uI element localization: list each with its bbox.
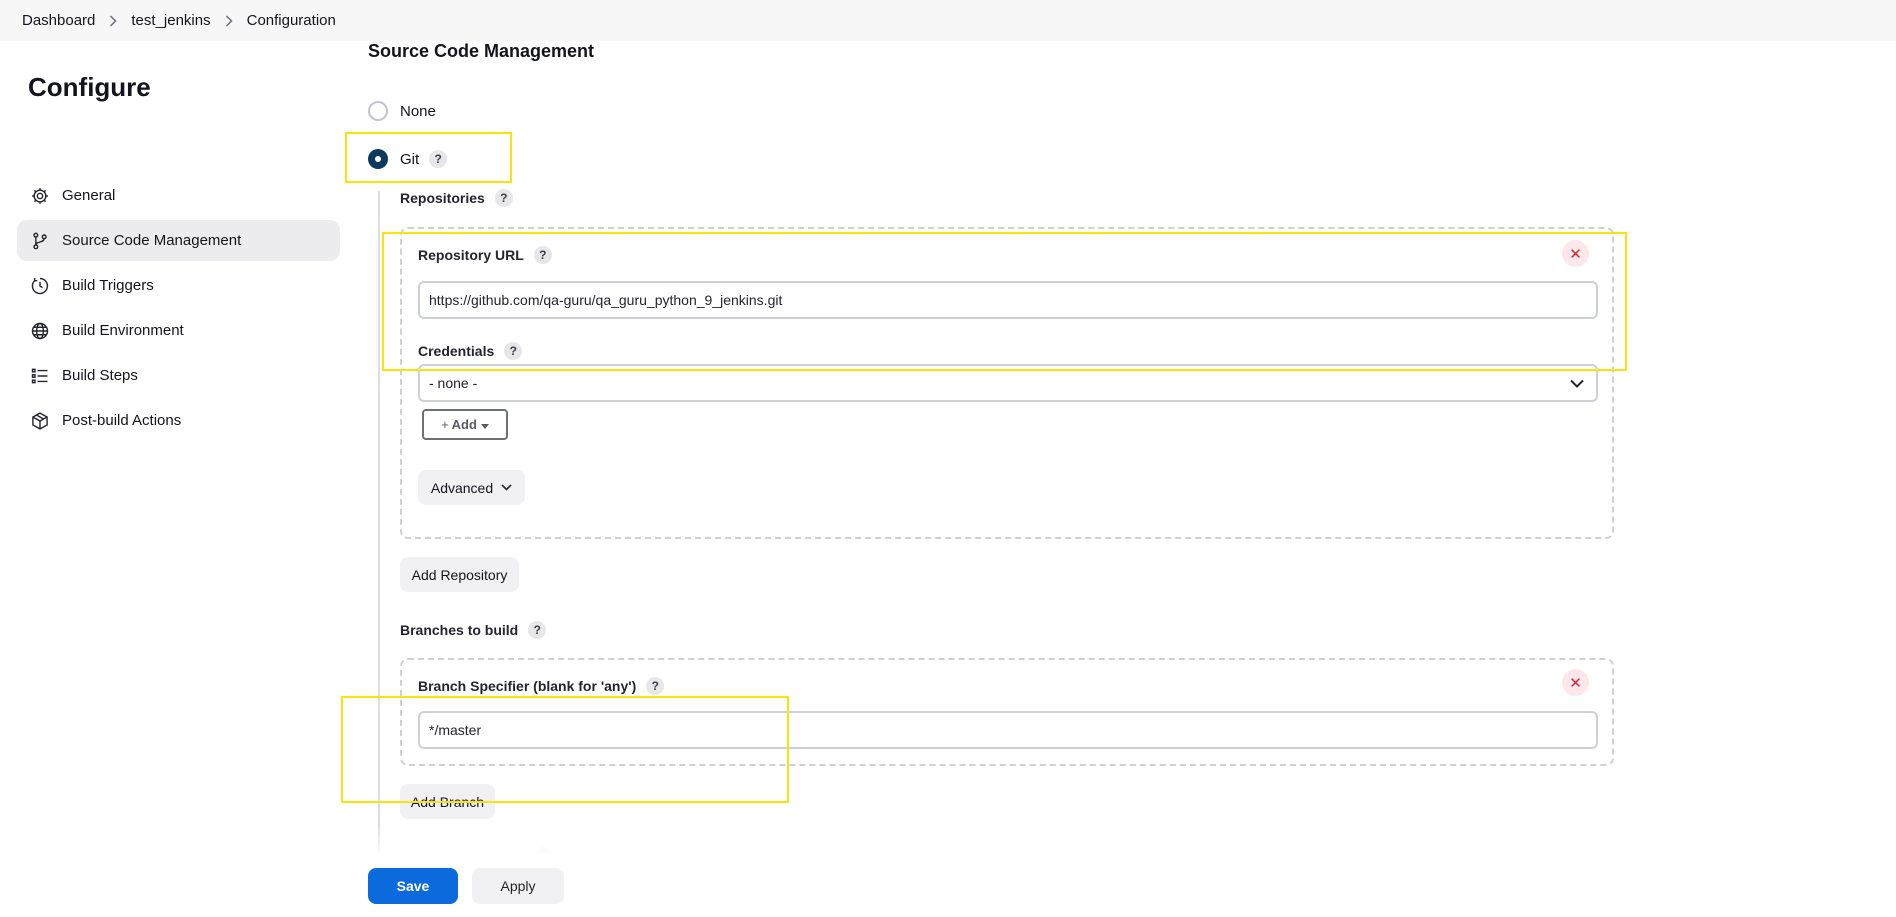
radio-button-checked[interactable] — [368, 149, 388, 169]
sidebar-item-label: Post-build Actions — [62, 412, 182, 429]
radio-label: None — [400, 102, 436, 120]
chevron-down-icon — [1570, 375, 1584, 391]
caret-down-icon — [480, 417, 489, 432]
sidebar-item-build-environment[interactable]: Build Environment — [17, 310, 340, 351]
add-repository-button[interactable]: Add Repository — [400, 557, 519, 592]
breadcrumb-configuration[interactable]: Configuration — [243, 12, 340, 29]
sidebar-item-label: Build Environment — [62, 322, 184, 339]
list-icon — [29, 365, 51, 387]
credentials-text: Credentials — [418, 343, 495, 359]
breadcrumb: Dashboard test_jenkins Configuration — [18, 12, 340, 29]
branch-panel: ✕ Branch Specifier (blank for 'any') ? *… — [400, 658, 1614, 766]
add-credentials-button[interactable]: + Add — [422, 409, 508, 440]
clock-icon — [29, 275, 51, 297]
remove-branch-button[interactable]: ✕ — [1562, 669, 1589, 696]
add-label: Add — [451, 417, 477, 432]
save-button[interactable]: Save — [368, 868, 458, 904]
help-icon[interactable]: ? — [528, 621, 547, 639]
help-icon[interactable]: ? — [646, 677, 665, 695]
branch-specifier-input[interactable]: */master — [418, 711, 1598, 749]
sidebar-nav: General Source Code Management Build Tri… — [17, 175, 340, 445]
sidebar-item-general[interactable]: General — [17, 175, 340, 216]
plus-icon: + — [441, 417, 449, 432]
help-icon[interactable]: ? — [533, 246, 552, 264]
branch-specifier-text: Branch Specifier (blank for 'any') — [418, 678, 637, 694]
repositories-label: Repositories ? — [400, 189, 513, 207]
credentials-value: - none - — [429, 375, 478, 391]
sidebar-item-build-steps[interactable]: Build Steps — [17, 355, 340, 396]
repository-url-input[interactable]: https://github.com/qa-guru/qa_guru_pytho… — [418, 281, 1598, 319]
section-indent-line — [378, 191, 380, 901]
package-icon — [29, 410, 51, 432]
help-icon[interactable]: ? — [494, 189, 513, 207]
radio-git[interactable]: Git ? — [368, 149, 448, 169]
breadcrumb-test-jenkins[interactable]: test_jenkins — [127, 12, 214, 29]
chevron-right-icon — [109, 14, 117, 27]
main-content: Source Code Management None Git ? Reposi… — [340, 41, 1640, 917]
branch-specifier-label: Branch Specifier (blank for 'any') ? — [418, 677, 665, 695]
advanced-label: Advanced — [430, 479, 494, 496]
apply-button[interactable]: Apply — [472, 868, 564, 904]
help-icon[interactable]: ? — [504, 342, 523, 360]
sidebar-item-label: General — [62, 187, 116, 204]
credentials-label: Credentials ? — [418, 342, 523, 360]
section-title: Source Code Management — [368, 41, 595, 61]
globe-icon — [29, 320, 51, 342]
add-branch-button[interactable]: Add Branch — [400, 784, 495, 819]
repository-panel: ✕ Repository URL ? https://github.com/qa… — [400, 227, 1614, 539]
git-branch-icon — [29, 230, 51, 252]
gear-icon — [29, 185, 51, 207]
remove-repository-button[interactable]: ✕ — [1562, 240, 1589, 267]
repository-url-label: Repository URL ? — [418, 246, 552, 264]
repository-url-text: Repository URL — [418, 247, 524, 263]
help-icon[interactable]: ? — [429, 150, 448, 168]
sidebar-item-source-code-management[interactable]: Source Code Management — [17, 220, 340, 261]
breadcrumb-dashboard[interactable]: Dashboard — [18, 12, 99, 29]
sidebar-item-label: Build Triggers — [62, 277, 154, 294]
sidebar-item-label: Build Steps — [62, 367, 138, 384]
chevron-right-icon — [225, 14, 233, 27]
sidebar-item-label: Source Code Management — [62, 232, 242, 249]
breadcrumb-bar: Dashboard test_jenkins Configuration — [0, 0, 1896, 41]
bottom-action-bar: Save Apply — [340, 855, 1640, 917]
radio-none[interactable]: None — [368, 101, 436, 121]
chevron-down-icon — [501, 484, 512, 491]
repositories-text: Repositories — [400, 190, 485, 206]
advanced-button[interactable]: Advanced — [418, 470, 525, 505]
branches-text: Branches to build — [400, 622, 519, 638]
radio-label: Git — [400, 150, 420, 168]
sidebar-item-build-triggers[interactable]: Build Triggers — [17, 265, 340, 306]
radio-button[interactable] — [368, 101, 388, 121]
page-title: Configure — [28, 72, 151, 102]
sidebar-item-post-build-actions[interactable]: Post-build Actions — [17, 400, 340, 441]
credentials-select[interactable]: - none - — [418, 364, 1598, 402]
scroll-fade — [340, 826, 1640, 856]
branches-label: Branches to build ? — [400, 621, 547, 639]
